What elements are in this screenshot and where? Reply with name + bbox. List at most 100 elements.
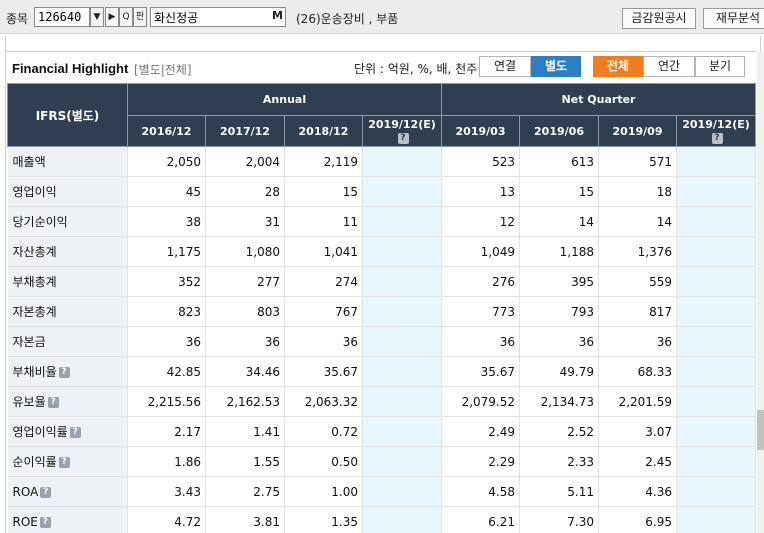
- value-cell: 767: [284, 296, 363, 327]
- help-icon[interactable]: ?: [69, 427, 81, 438]
- section-title: Financial Highlight: [12, 61, 129, 76]
- help-icon[interactable]: ?: [58, 457, 70, 468]
- value-cell: 45: [127, 176, 206, 207]
- value-cell: [362, 356, 443, 387]
- m-button[interactable]: M: [272, 9, 283, 22]
- value-cell: 817: [598, 296, 678, 327]
- value-cell: 1.55: [205, 446, 285, 477]
- value-cell: [676, 146, 757, 177]
- toggle-all[interactable]: 전체: [593, 56, 643, 77]
- table-row: 자본금 36 36 36 36 36 36: [7, 326, 757, 357]
- row-label-cell: ROE?: [7, 506, 128, 533]
- value-cell: 1,080: [205, 236, 285, 267]
- value-cell: 0.50: [284, 446, 363, 477]
- help-icon[interactable]: ?: [40, 486, 52, 498]
- value-cell: 2,004: [205, 146, 285, 177]
- value-cell: 1.35: [284, 506, 363, 533]
- help-icon[interactable]: ?: [47, 397, 59, 408]
- period-label: 2019/12(E): [368, 118, 436, 131]
- value-cell: [676, 236, 757, 267]
- value-cell: 14: [519, 206, 600, 237]
- value-cell: 1,049: [441, 236, 521, 267]
- value-cell: 36: [127, 326, 206, 357]
- value-cell: 2.17: [127, 416, 206, 447]
- value-cell: 2.52: [519, 416, 600, 447]
- value-cell: [676, 416, 757, 447]
- value-cell: 2.49: [441, 416, 521, 447]
- toggle-consolidated[interactable]: 연결: [479, 56, 531, 77]
- value-cell: 559: [598, 266, 678, 297]
- next-arrow-icon[interactable]: ▶: [105, 7, 119, 27]
- value-cell: [362, 326, 443, 357]
- scrollbar-thumb[interactable]: [757, 410, 764, 450]
- search-bar: 종목 ▼ ▶ Q 판 M (26)운송장비 , 부품 금감원공시 재무분석: [0, 0, 764, 34]
- row-label-cell: 순이익률?: [7, 446, 128, 477]
- value-cell: 38: [127, 206, 206, 237]
- period-label: 2016/12: [141, 124, 192, 138]
- chevron-down-icon[interactable]: ▼: [90, 7, 104, 27]
- row-label-cell: 자산총계: [7, 236, 128, 267]
- row-label: 순이익률: [12, 455, 57, 469]
- stock-name-input[interactable]: [150, 7, 286, 27]
- value-cell: [676, 356, 757, 387]
- annual-group-header: Annual: [126, 83, 443, 116]
- value-cell: 395: [519, 266, 600, 297]
- value-cell: 36: [519, 326, 600, 357]
- row-label-cell: 자본총계: [7, 296, 128, 327]
- value-cell: 613: [519, 146, 600, 177]
- financial-analysis-button[interactable]: 재무분석: [703, 8, 764, 29]
- help-icon[interactable]: ?: [397, 132, 409, 144]
- table-row: 유보율? 2,215.56 2,162.53 2,063.32 2,079.52 2,13…: [7, 386, 757, 417]
- value-cell: [676, 386, 757, 417]
- row-label: 유보율: [12, 395, 46, 409]
- value-cell: [362, 236, 443, 267]
- unit-label: 단위 : 억원, %, 배, 천주: [354, 62, 478, 76]
- pan-button[interactable]: 판: [133, 7, 147, 27]
- period-header: 2019/09: [598, 115, 678, 147]
- period-label: 2019/12(E): [682, 118, 750, 131]
- help-icon[interactable]: ?: [58, 367, 70, 378]
- row-label: ROE: [12, 514, 38, 529]
- disclosure-button[interactable]: 금감원공시: [622, 8, 696, 29]
- toggle-annual[interactable]: 연간: [643, 56, 695, 77]
- value-cell: 1,376: [598, 236, 678, 267]
- value-cell: 36: [284, 326, 363, 357]
- period-label: 2019/06: [534, 124, 584, 138]
- value-cell: 4.36: [598, 476, 678, 507]
- row-label-cell: 부채총계: [7, 266, 128, 297]
- section-subtitle: [별도|전체]: [134, 63, 192, 77]
- value-cell: 4.72: [127, 506, 206, 533]
- value-cell: 1,188: [519, 236, 600, 267]
- row-label: ROA: [12, 484, 39, 499]
- period-header: 2019/06: [519, 115, 600, 147]
- value-cell: 68.33: [598, 356, 678, 387]
- toggle-separate[interactable]: 별도: [531, 56, 581, 77]
- toggle-quarterly[interactable]: 분기: [695, 56, 745, 77]
- value-cell: 36: [598, 326, 678, 357]
- help-icon[interactable]: ?: [39, 516, 51, 528]
- value-cell: 1,041: [284, 236, 363, 267]
- help-icon[interactable]: ?: [711, 132, 723, 144]
- row-label: 자산총계: [12, 245, 57, 259]
- table-row: 부채비율? 42.85 34.46 35.67 35.67 49.79 68.33: [7, 356, 757, 387]
- value-cell: 6.21: [441, 506, 521, 533]
- value-cell: 2,134.73: [519, 386, 600, 417]
- row-label-cell: 당기순이익: [7, 206, 128, 237]
- table-row: ROA? 3.43 2.75 1.00 4.58 5.11 4.36: [7, 476, 757, 507]
- table-row: 매출액 2,050 2,004 2,119 523 613 571: [7, 146, 757, 177]
- value-cell: 15: [519, 176, 600, 207]
- row-label: 부채비율: [12, 365, 57, 379]
- value-cell: 28: [205, 176, 285, 207]
- stock-code-input[interactable]: [34, 7, 90, 27]
- stock-code-label: 종목: [6, 12, 29, 26]
- value-cell: 276: [441, 266, 521, 297]
- value-cell: 11: [284, 206, 363, 237]
- divider: [5, 51, 757, 52]
- table-corner-header: IFRS(별도): [7, 83, 128, 147]
- value-cell: 277: [205, 266, 285, 297]
- search-icon[interactable]: Q: [119, 7, 133, 27]
- value-cell: 12: [441, 206, 521, 237]
- value-cell: [362, 296, 443, 327]
- value-cell: 793: [519, 296, 600, 327]
- scrollbar[interactable]: [757, 52, 764, 533]
